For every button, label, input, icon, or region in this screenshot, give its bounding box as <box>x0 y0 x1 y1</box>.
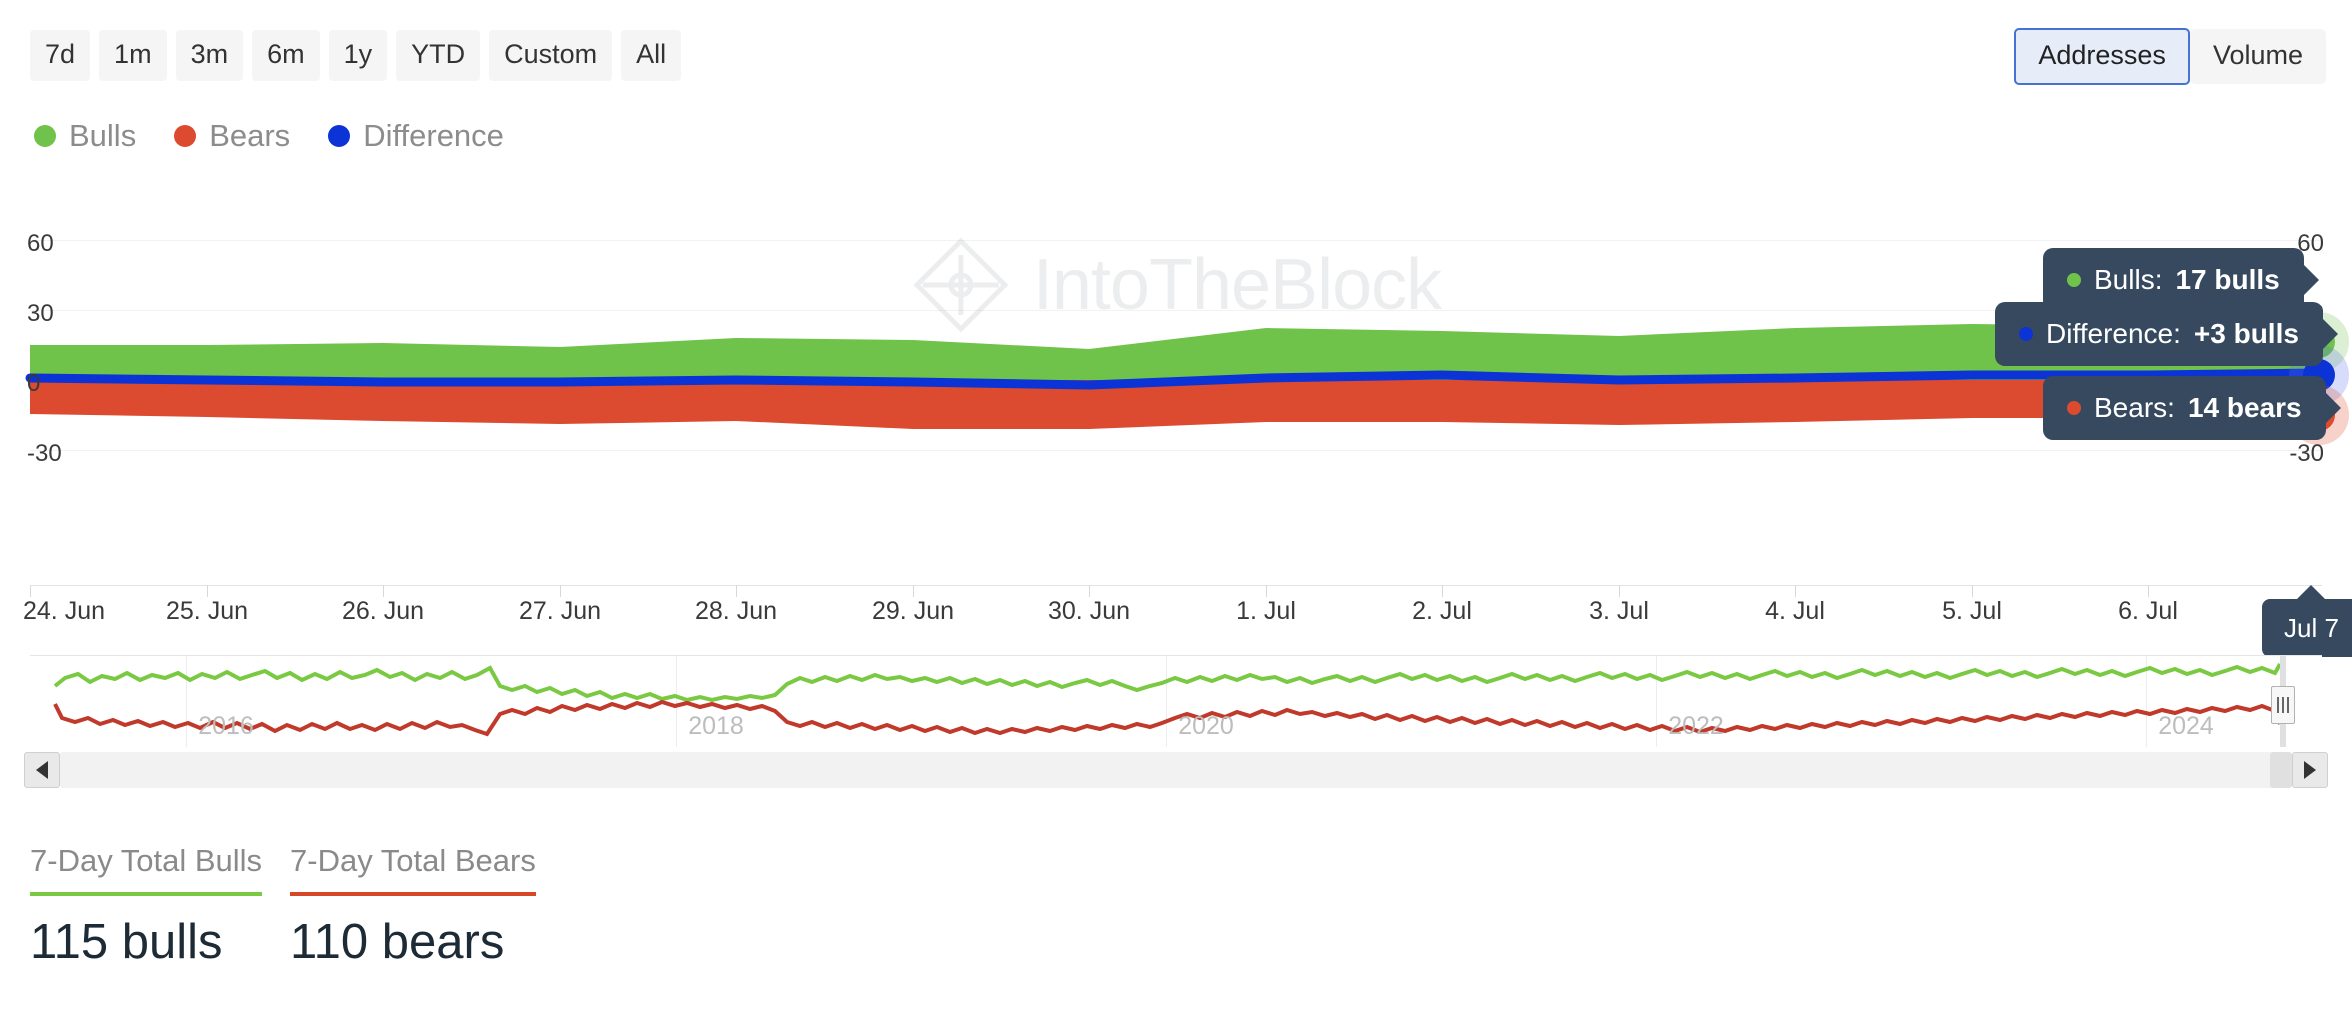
tooltip-bears-value: 14 bears <box>2187 392 2302 423</box>
x-label-3-jul: 3. Jul <box>1589 597 1649 625</box>
tooltip-date: Jul 7 <box>2262 599 2352 657</box>
y-axis-right-label-m30: -30 <box>2289 440 2324 467</box>
legend-item-difference[interactable]: Difference <box>328 120 504 151</box>
navigator-year-2022: 2022 <box>1668 712 1724 740</box>
navigator-right-handle[interactable] <box>2271 686 2295 724</box>
x-axis-line <box>30 585 2322 586</box>
x-tick-8 <box>1442 585 1443 597</box>
x-label-5-jul: 5. Jul <box>1942 597 2002 625</box>
navigator-line-bulls <box>53 663 2282 703</box>
legend-dot-bulls-icon <box>34 124 56 147</box>
scrollbar-thumb[interactable] <box>2270 752 2292 788</box>
x-label-26-jun: 26. Jun <box>341 597 425 625</box>
range-button-1y[interactable]: 1y <box>328 30 388 81</box>
navigator-handle-grip-3 <box>2287 697 2289 713</box>
navigator-year-2020: 2020 <box>1178 712 1234 740</box>
tooltip-difference-prefix: Difference: <box>2046 318 2181 349</box>
x-label-4-jul: 4. Jul <box>1765 597 1825 625</box>
tooltip-dot-difference-icon <box>2019 327 2033 341</box>
tooltip-bears-prefix: Bears: <box>2094 392 2175 423</box>
summary-rule-bears <box>290 892 536 896</box>
summary-stats: 7-Day Total Bulls 115 bulls 7-Day Total … <box>30 845 536 967</box>
tooltip-bears: Bears: 14 bears <box>2043 376 2326 440</box>
x-tick-12 <box>2148 585 2149 597</box>
range-button-ytd[interactable]: YTD <box>396 30 481 81</box>
tooltip-dot-bulls-icon <box>2067 273 2081 287</box>
summary-value-bulls: 115 bulls <box>30 915 223 969</box>
summary-value-bears: 110 bears <box>290 915 505 969</box>
navigator-year-2024: 2024 <box>2158 712 2214 740</box>
chart-plot-area[interactable]: 60 30 0 -30 60 30 0 -30 IntoTheBlock <box>0 232 2352 600</box>
legend-label-bulls: Bulls <box>69 118 137 153</box>
legend-label-bears: Bears <box>209 118 291 153</box>
summary-title-bears: 7-Day Total Bears <box>290 843 536 878</box>
chart-navigator[interactable]: 2016 2018 2020 2022 2024 <box>30 655 2322 747</box>
navigator-year-2016: 2016 <box>198 712 254 740</box>
navigator-series-svg <box>53 663 2282 737</box>
scrollbar-right-button[interactable] <box>2292 752 2328 788</box>
summary-rule-bulls <box>30 892 263 896</box>
x-axis: 24. Jun 25. Jun 26. Jun 27. Jun 28. Jun … <box>0 585 2352 657</box>
range-button-custom[interactable]: Custom <box>489 30 613 81</box>
series-area-bears <box>30 380 2322 429</box>
tooltip-difference: Difference: +3 bulls <box>1995 302 2323 366</box>
x-label-1-jul: 1. Jul <box>1236 597 1296 625</box>
chart-series-svg <box>25 324 2327 429</box>
scrollbar-left-button[interactable] <box>24 752 60 788</box>
metric-button-volume[interactable]: Volume <box>2189 29 2326 84</box>
chart-scrollbar[interactable] <box>24 752 2328 788</box>
x-tick-2 <box>383 585 384 597</box>
legend-label-difference: Difference <box>363 118 504 153</box>
x-label-28-jun: 28. Jun <box>694 597 778 625</box>
x-label-6-jul: 6. Jul <box>2118 597 2178 625</box>
x-label-30-jun: 30. Jun <box>1047 597 1131 625</box>
x-tick-7 <box>1266 585 1267 597</box>
legend-dot-difference-icon <box>328 124 351 147</box>
navigator-year-2018: 2018 <box>688 712 744 740</box>
x-tick-5 <box>913 585 914 597</box>
x-label-2-jul: 2. Jul <box>1412 597 1472 625</box>
x-tick-4 <box>736 585 737 597</box>
x-label-29-jun: 29. Jun <box>871 597 955 625</box>
time-range-button-group: 7d 1m 3m 6m 1y YTD Custom All <box>30 30 682 81</box>
chart-page: 7d 1m 3m 6m 1y YTD Custom All Addresses … <box>0 0 2352 1020</box>
summary-card-bears: 7-Day Total Bears 110 bears <box>290 845 536 967</box>
chart-legend: Bulls Bears Difference <box>34 120 504 151</box>
summary-title-bulls: 7-Day Total Bulls <box>30 843 263 878</box>
x-label-24-jun: 24. Jun <box>22 597 106 625</box>
range-button-6m[interactable]: 6m <box>252 30 320 81</box>
tooltip-bulls-value: 17 bulls <box>2175 264 2280 295</box>
range-button-all[interactable]: All <box>621 30 682 81</box>
summary-card-bulls: 7-Day Total Bulls 115 bulls <box>30 843 263 969</box>
scroll-left-arrow-icon <box>36 761 48 779</box>
x-tick-0 <box>30 585 31 597</box>
metric-button-addresses[interactable]: Addresses <box>2014 28 2190 85</box>
x-tick-3 <box>560 585 561 597</box>
x-tick-6 <box>1089 585 1090 597</box>
legend-item-bulls[interactable]: Bulls <box>34 120 136 151</box>
tooltip-bulls-prefix: Bulls: <box>2094 264 2163 295</box>
x-tick-9 <box>1619 585 1620 597</box>
x-tick-11 <box>1972 585 1973 597</box>
x-label-25-jun: 25. Jun <box>165 597 249 625</box>
y-axis-left-label-0: 0 <box>27 370 41 397</box>
navigator-line-bears <box>53 699 2282 737</box>
x-tick-10 <box>1795 585 1796 597</box>
legend-item-bears[interactable]: Bears <box>174 120 290 151</box>
range-button-7d[interactable]: 7d <box>30 30 91 81</box>
tooltip-difference-value: +3 bulls <box>2193 318 2299 349</box>
x-label-27-jun: 27. Jun <box>518 597 602 625</box>
x-tick-1 <box>207 585 208 597</box>
navigator-handle-grip-1 <box>2277 697 2279 713</box>
range-button-3m[interactable]: 3m <box>175 30 244 81</box>
scroll-right-arrow-icon <box>2304 761 2316 779</box>
navigator-handle-grip-2 <box>2282 697 2284 713</box>
scrollbar-track[interactable] <box>60 752 2292 788</box>
legend-dot-bears-icon <box>174 124 197 147</box>
metric-toggle-group: Addresses Volume <box>2014 28 2326 85</box>
range-button-1m[interactable]: 1m <box>99 30 167 81</box>
tooltip-dot-bears-icon <box>2067 401 2081 415</box>
